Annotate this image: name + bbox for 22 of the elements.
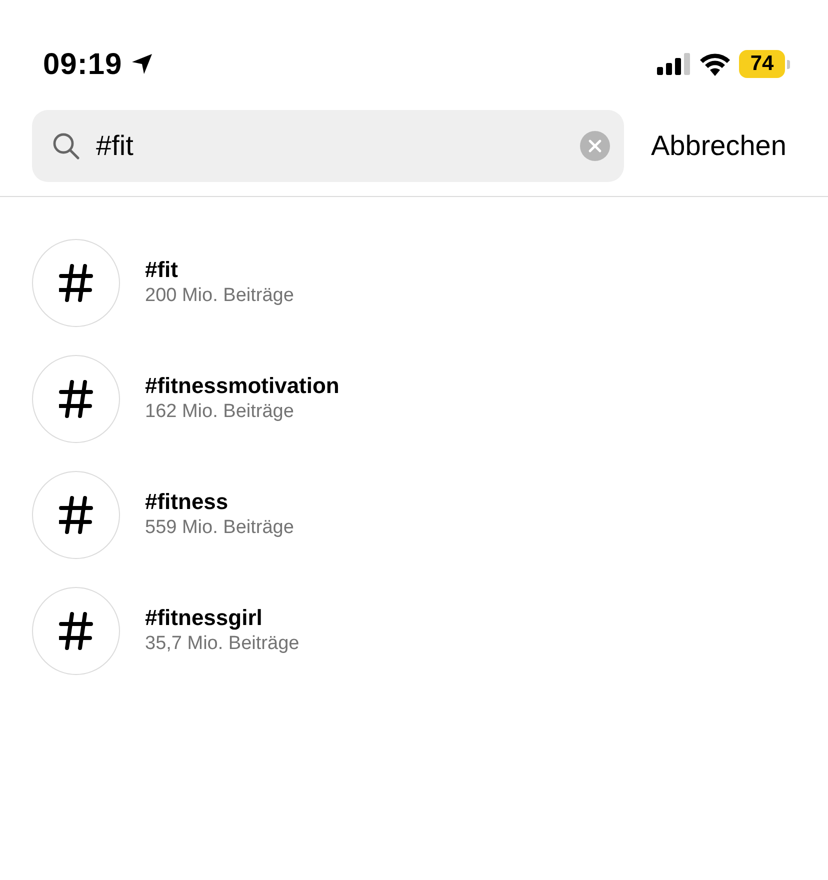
post-count: 162 Mio. Beiträge: [145, 400, 295, 424]
clear-icon[interactable]: [580, 131, 610, 161]
hashtag-name[interactable]: #fitnessgirl: [145, 605, 300, 632]
hashtag-icon: [59, 496, 93, 534]
wifi-icon: [699, 52, 731, 76]
cancel-button[interactable]: Abbrechen: [624, 125, 814, 167]
clock-time: 09:19: [43, 46, 122, 82]
hashtag-name[interactable]: #fitnessmotivation: [145, 373, 340, 400]
hashtag-icon: [59, 612, 93, 650]
hashtag-name[interactable]: #fit: [145, 257, 294, 284]
battery-indicator: 74: [739, 50, 785, 78]
hashtag-name[interactable]: #fitness: [145, 489, 294, 516]
search-input[interactable]: #fit: [96, 125, 564, 167]
signal-icon: [657, 53, 691, 75]
hashtag-icon: [59, 264, 93, 302]
location-arrow-icon: [130, 52, 154, 76]
search-field[interactable]: #fit: [32, 110, 624, 182]
search-icon: [52, 132, 80, 160]
post-count: 559 Mio. Beiträge: [145, 516, 294, 540]
hashtag-icon: [59, 380, 93, 418]
post-count: 200 Mio. Beiträge: [145, 284, 294, 308]
post-count: 35,7 Mio. Beiträge: [145, 632, 300, 656]
